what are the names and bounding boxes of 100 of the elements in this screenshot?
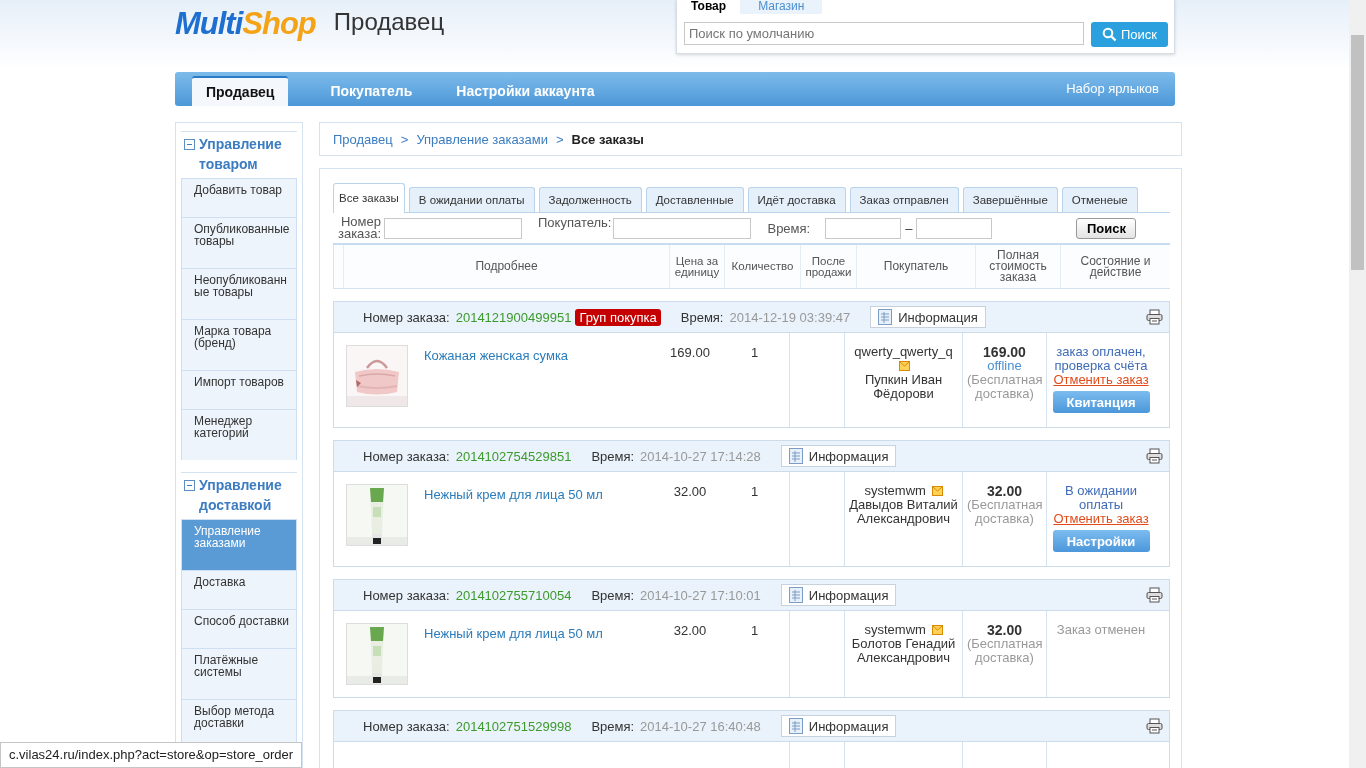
print-icon[interactable]	[1146, 448, 1163, 464]
order-number-label: Номер заказа:	[363, 587, 450, 603]
print-icon[interactable]	[1146, 309, 1163, 325]
sidebar-item[interactable]: Доставка	[181, 570, 297, 609]
info-button[interactable]: Информация	[870, 306, 986, 328]
section-title: Управление товаром	[199, 135, 283, 174]
link-url-tooltip: c.vilas24.ru/index.php?act=store&op=store_order	[0, 742, 302, 768]
payment-method: offline	[986, 359, 1023, 373]
order-number-label: Номер заказа:	[363, 718, 450, 734]
order-number-label: Номер заказа:	[363, 448, 450, 464]
breadcrumb-separator: >	[400, 131, 409, 147]
delivery-note: (Бесплатная доставка)	[966, 498, 1044, 526]
collapse-icon[interactable]	[184, 139, 195, 150]
unit-price: 32.00	[673, 484, 707, 499]
print-icon[interactable]	[1146, 587, 1163, 603]
order-time: 2014-10-27 16:40:48	[640, 718, 761, 734]
column-header: После продажи	[800, 245, 856, 288]
print-icon[interactable]	[1146, 718, 1163, 734]
sidebar-item[interactable]: Марка товара (бренд)	[181, 319, 297, 370]
logo[interactable]: MultiShop	[175, 6, 316, 42]
range-dash: –	[905, 220, 913, 236]
quantity: 1	[750, 623, 759, 638]
time-label: Время:	[591, 448, 635, 464]
order-status: заказ оплачен, проверка счёта	[1053, 345, 1149, 373]
scrollbar[interactable]	[1349, 0, 1366, 768]
envelope-icon[interactable]	[931, 625, 943, 635]
order-total: 32.00	[985, 484, 1023, 498]
order-number-field[interactable]	[384, 217, 522, 239]
filter-label: Покупатель:	[538, 215, 612, 230]
order-status: Заказ отменен	[1056, 623, 1146, 637]
nav-tab[interactable]: Продавец	[192, 76, 289, 106]
sidebar-item[interactable]: Способ доставки	[181, 609, 297, 648]
sidebar-item[interactable]: Менеджер категорий	[181, 409, 297, 460]
buyer-login: qwerty_qwerty_q	[854, 344, 953, 359]
info-button[interactable]: Информация	[780, 715, 897, 737]
sidebar-item[interactable]: Импорт товаров	[181, 370, 297, 409]
search-field[interactable]: Поиск по умолчанию	[684, 22, 1084, 45]
filter-search-button[interactable]: Поиск	[1076, 217, 1137, 239]
document-icon	[788, 718, 803, 734]
page-title: Продавец	[333, 8, 445, 36]
order-tab[interactable]: Доставленные	[645, 187, 744, 212]
breadcrumb-current: Все заказы	[571, 131, 644, 147]
sidebar-item[interactable]: Неопубликованные товары	[181, 268, 297, 319]
sidebar-item[interactable]: Опубликованные товары	[181, 217, 297, 268]
quantity: 1	[750, 484, 759, 499]
product-link[interactable]: Нежный крем для лица 50 мл	[424, 484, 603, 502]
order-tab[interactable]: В ожидании оплаты	[408, 187, 535, 212]
cancel-order-link[interactable]: Отменить заказ	[1053, 373, 1149, 387]
section-title: Управление доставкой	[199, 476, 283, 515]
envelope-icon[interactable]	[931, 486, 943, 496]
date-to-field[interactable]	[916, 217, 993, 239]
order-tab[interactable]: Завершённые	[962, 187, 1058, 212]
order-status: В ожидании оплаты	[1064, 484, 1138, 512]
order-time: 2014-10-27 17:10:01	[640, 587, 761, 603]
buyer-name: Болотов Генадий Александрович	[850, 637, 957, 665]
group-purchase-badge: Груп покупка	[575, 308, 661, 326]
order-tab[interactable]: Задолженность	[538, 187, 642, 212]
filter-label: Время:	[767, 220, 811, 236]
document-icon	[788, 448, 803, 464]
date-from-field[interactable]	[825, 217, 902, 239]
time-label: Время:	[591, 587, 635, 603]
buyer-login: systemwm	[864, 622, 926, 637]
sidebar-item[interactable]: Добавить товар	[181, 178, 297, 217]
column-header: Полная стоимость заказа	[975, 245, 1060, 288]
document-icon	[878, 309, 893, 325]
order-tab[interactable]: Заказ отправлен	[849, 187, 959, 212]
order-tab[interactable]: Все заказы	[333, 183, 405, 213]
buyer-name: Пупкин Иван Фёдорови	[863, 373, 944, 401]
column-header: Цена за единицу	[669, 245, 724, 288]
time-label: Время:	[591, 718, 635, 734]
cancel-order-link[interactable]: Отменить заказ	[1053, 512, 1149, 526]
buyer-login: systemwm	[864, 483, 926, 498]
quantity: 1	[750, 345, 759, 360]
order-tab[interactable]: Идёт доставка	[747, 187, 846, 212]
search-tab[interactable]: Товар	[677, 0, 741, 14]
info-button[interactable]: Информация	[780, 584, 897, 606]
column-header: Количество	[724, 245, 800, 288]
collapse-icon[interactable]	[184, 480, 195, 491]
info-button[interactable]: Информация	[780, 445, 897, 467]
search-icon	[1102, 27, 1117, 42]
document-icon	[788, 587, 803, 603]
breadcrumb-link[interactable]: Продавец	[333, 131, 393, 147]
envelope-icon[interactable]	[899, 361, 910, 371]
sidebar-item[interactable]: Платёжные системы	[181, 648, 297, 699]
buyer-name: Давыдов Виталий Александрович	[849, 498, 958, 526]
order-total: 32.00	[985, 623, 1023, 637]
breadcrumb-link[interactable]: Управление заказами	[416, 131, 548, 147]
order-total: 169.00	[982, 345, 1027, 359]
column-header: Покупатель	[856, 245, 975, 288]
product-link[interactable]: Кожаная женская сумка	[424, 345, 569, 363]
order-time: 2014-12-19 03:39:47	[729, 309, 851, 325]
order-tab[interactable]: Отменеые	[1061, 187, 1138, 212]
order-number-label: Номер заказа:	[363, 309, 450, 325]
filter-label: Номер заказа:	[336, 216, 381, 240]
buyer-field[interactable]	[613, 217, 752, 239]
column-header: Подробнее	[343, 245, 669, 288]
time-label: Время:	[680, 309, 724, 325]
product-link[interactable]: Нежный крем для лица 50 мл	[424, 623, 603, 641]
delivery-note: (Бесплатная доставка)	[966, 637, 1044, 665]
order-time: 2014-10-27 17:14:28	[640, 448, 761, 464]
